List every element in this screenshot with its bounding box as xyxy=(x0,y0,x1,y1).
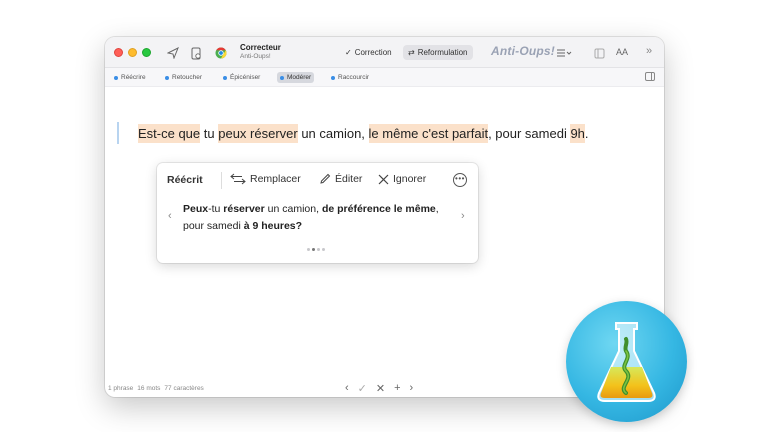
text-stats: 1 phrase 16 mots 77 caractères xyxy=(108,385,204,392)
zoom-window-button[interactable] xyxy=(142,48,151,57)
reformulation-mode-button[interactable]: ⇄ Reformulation xyxy=(403,45,473,60)
app-subtitle: Anti-Oups! xyxy=(240,53,271,60)
close-icon xyxy=(378,174,389,184)
suggestion-text: Peux-tu réserver un camion, de préférenc… xyxy=(183,201,453,235)
highlighted-segment[interactable]: le même c'est parfait xyxy=(368,124,489,143)
popup-divider xyxy=(221,172,222,189)
suggestion-changed-run: réserver xyxy=(223,203,265,215)
mode-label: Modérer xyxy=(287,74,312,81)
suggestion-changed-run: de préférence le même xyxy=(321,203,436,215)
text-segment: un camion, xyxy=(297,126,369,141)
ignore-label: Ignorer xyxy=(393,173,427,185)
bottom-navigation: ‹ ✓ ✕ + › xyxy=(345,382,413,395)
page-dot[interactable] xyxy=(307,248,310,251)
mode-moderer[interactable]: Modérer xyxy=(277,72,315,83)
highlighted-segment[interactable]: 9h xyxy=(570,124,585,143)
next-chevron-icon[interactable]: › xyxy=(410,382,414,395)
chrome-icon xyxy=(213,45,229,61)
text-segment: tu xyxy=(200,126,219,141)
filter-settings-icon[interactable] xyxy=(556,45,572,61)
mode-retoucher[interactable]: Retoucher xyxy=(162,72,205,83)
overflow-chevron-icon[interactable]: » xyxy=(646,45,652,57)
page-dot[interactable] xyxy=(312,248,315,251)
mode-label: Raccourcir xyxy=(338,74,370,81)
title-bar: Correcteur Anti-Oups! ✓ Correction ⇄ Ref… xyxy=(105,37,664,68)
previous-chevron-icon[interactable]: ‹ xyxy=(345,382,349,395)
dot-icon xyxy=(223,75,227,80)
text-caret-bar xyxy=(117,122,119,144)
ignore-button[interactable]: Ignorer xyxy=(378,173,426,185)
highlighted-segment[interactable]: peux réserver xyxy=(218,124,298,143)
dot-icon xyxy=(280,75,284,80)
suggestion-run: un camion, xyxy=(264,203,322,215)
suggestion-changed-run: Peux xyxy=(183,203,209,215)
dot-icon xyxy=(331,75,335,80)
edit-button[interactable]: Éditer xyxy=(319,173,362,185)
next-suggestion-chevron-icon[interactable]: › xyxy=(461,210,465,222)
page-dot[interactable] xyxy=(322,248,325,251)
accept-check-icon[interactable]: ✓ xyxy=(358,382,367,395)
char-count: 77 caractères xyxy=(164,385,204,392)
document-text[interactable]: Est-ce que tu peux réserver un camion, l… xyxy=(138,124,589,143)
page-dot[interactable] xyxy=(317,248,320,251)
add-plus-icon[interactable]: + xyxy=(394,382,400,395)
previous-suggestion-chevron-icon[interactable]: ‹ xyxy=(168,210,172,222)
text-segment: . xyxy=(584,126,589,141)
mode-bar: Réécrire Retoucher Épicéniser Modérer Ra… xyxy=(105,68,664,87)
popup-title: Réécrit xyxy=(167,174,203,186)
panel-icon[interactable] xyxy=(591,45,607,61)
flask-logo-icon xyxy=(597,322,656,402)
rewrite-popup: Réécrit Remplacer Éditer Ignorer ••• ‹ P… xyxy=(157,163,478,263)
send-icon[interactable] xyxy=(165,45,181,61)
mode-label: Réécrire xyxy=(121,74,146,81)
sentence-count: 1 phrase xyxy=(108,385,134,392)
app-title: Correcteur xyxy=(240,43,281,52)
reject-close-icon[interactable]: ✕ xyxy=(376,382,385,395)
close-window-button[interactable] xyxy=(114,48,123,57)
edit-label: Éditer xyxy=(335,173,363,185)
highlighted-segment[interactable]: Est-ce que xyxy=(138,124,201,143)
word-count: 16 mots xyxy=(137,385,161,392)
correction-mode-label: Correction xyxy=(354,48,392,57)
minimize-window-button[interactable] xyxy=(128,48,137,57)
mode-label: Épicéniser xyxy=(230,74,261,81)
page-indicator xyxy=(307,248,325,251)
dot-icon xyxy=(114,75,118,80)
sidebar-toggle-icon[interactable] xyxy=(645,72,655,81)
mode-label: Retoucher xyxy=(172,74,202,81)
mode-reecrire[interactable]: Réécrire xyxy=(111,72,149,83)
correction-mode-button[interactable]: ✓ Correction xyxy=(340,45,397,60)
suggestion-changed-run: à 9 heures? xyxy=(243,220,303,232)
app-logo-badge xyxy=(566,301,687,422)
pencil-icon xyxy=(320,173,331,184)
suggestion-run: -tu xyxy=(208,203,224,215)
document-icon[interactable] xyxy=(188,45,204,61)
brand-logo: Anti-Oups! xyxy=(491,44,555,58)
reformulate-icon: ⇄ xyxy=(408,48,415,57)
dot-icon xyxy=(165,75,169,80)
text-segment: , pour samedi xyxy=(488,126,571,141)
check-icon: ✓ xyxy=(345,48,352,57)
replace-arrows-icon xyxy=(230,173,246,185)
mode-raccourcir[interactable]: Raccourcir xyxy=(328,72,372,83)
reformulation-mode-label: Reformulation xyxy=(417,48,468,57)
replace-button[interactable]: Remplacer xyxy=(230,173,301,185)
more-options-icon[interactable]: ••• xyxy=(453,173,467,187)
font-size-button[interactable]: AA xyxy=(616,47,628,57)
replace-label: Remplacer xyxy=(250,173,301,185)
mode-epiceniser[interactable]: Épicéniser xyxy=(220,72,263,83)
